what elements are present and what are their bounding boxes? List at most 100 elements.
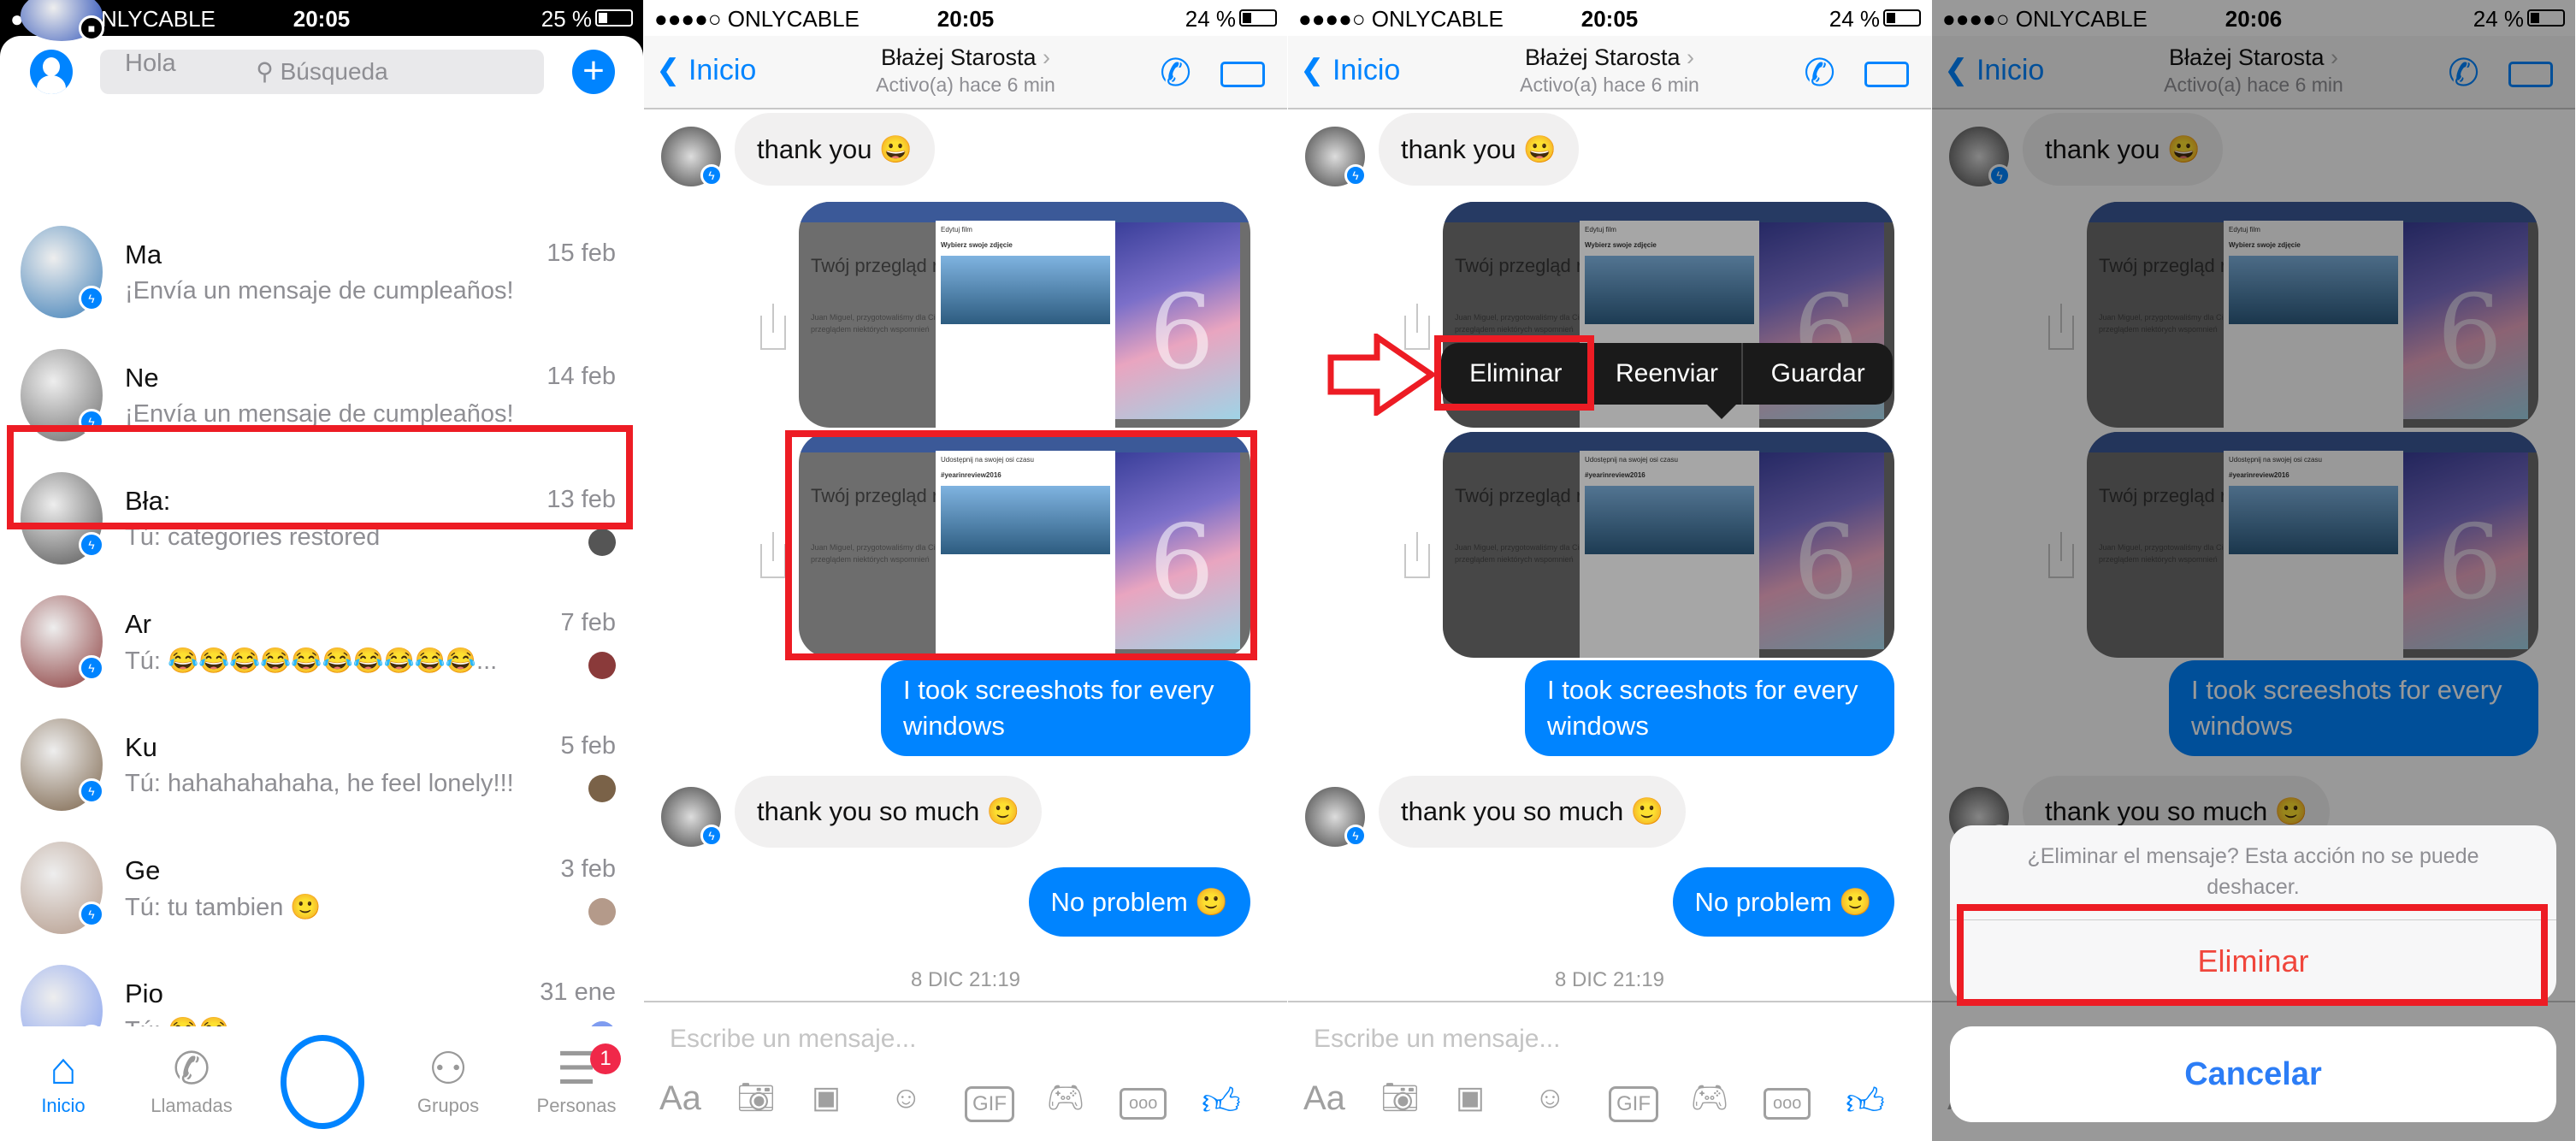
lock-icon: ■ [79, 15, 104, 41]
more-icon[interactable]: ooo [1120, 1088, 1167, 1120]
highlight-box [7, 425, 633, 529]
messenger-icon: ϟ [700, 164, 723, 186]
video-call-icon[interactable] [1864, 62, 1909, 87]
message-bubble[interactable]: No problem 🙂 [1672, 867, 1894, 937]
contact-name: Ku [125, 732, 157, 762]
phone-icon: ✆ [173, 1044, 210, 1094]
screenshot-image[interactable]: Twój przegląd ro Juan Miguel, przygotowa… [799, 202, 1250, 428]
contact-name: Ar [125, 609, 151, 639]
menu-item-reenviar[interactable]: Reenviar [1590, 343, 1742, 405]
contact-name: Pio [125, 978, 163, 1008]
emoji-icon[interactable]: ☺ [1534, 1079, 1566, 1115]
seen-avatar [588, 652, 616, 679]
tab-llamadas[interactable]: ✆ Llamadas [132, 1043, 251, 1117]
inbox-screen: ●●●●○ ONLYCABLE 20:05 25 % ⚲ Búsqueda + … [0, 0, 643, 1141]
message-date: 14 feb [547, 363, 616, 390]
menu-item-guardar[interactable]: Guardar [1741, 343, 1893, 405]
message-preview: Tú: tu tambien 🙂 [125, 894, 322, 921]
message-input[interactable]: Escribe un mensaje... [1314, 1025, 1560, 1054]
phone-icon[interactable]: ✆ [1160, 51, 1191, 95]
chat-screen: ❮ Inicio Błażej Starosta › Activo(a) hac… [1932, 0, 2575, 1141]
highlight-box [1434, 335, 1594, 411]
messenger-icon: ϟ [700, 825, 723, 847]
tab-bar: ⌂ Inicio ✆ Llamadas ⚇ Grupos ☰ Personas … [0, 1026, 643, 1141]
gallery-icon[interactable]: ▣ [1456, 1079, 1485, 1115]
battery-percent: 24 % [1185, 6, 1236, 32]
messenger-icon: ϟ [79, 286, 104, 311]
seen-avatar [588, 775, 616, 802]
more-icon[interactable]: ooo [1764, 1088, 1811, 1120]
message-bubble[interactable]: thank you 😀 [1379, 113, 1579, 186]
battery-percent: 24 % [1829, 6, 1880, 32]
seen-avatar [588, 529, 616, 556]
message-input[interactable]: Escribe un mensaje... [670, 1025, 916, 1054]
cancel-button[interactable]: Cancelar [1950, 1026, 2556, 1122]
message-bubble[interactable]: No problem 🙂 [1028, 867, 1250, 937]
seen-avatar [588, 898, 616, 925]
home-icon: ⌂ [50, 1044, 77, 1094]
message-bubble[interactable]: I took screeshots for every windows [881, 660, 1250, 756]
conversation-row[interactable]: ϟ Ge Tú: tu tambien 🙂 3 feb [0, 823, 643, 946]
chat-header: ❮ Inicio Błażej Starosta › Activo(a) hac… [644, 36, 1287, 109]
messenger-icon: ϟ [1344, 825, 1367, 847]
chat-header: ❮ Inicio Błażej Starosta › Activo(a) hac… [1288, 36, 1931, 109]
camera-icon[interactable]: 📷︎ [1380, 1079, 1420, 1115]
like-icon[interactable]: 👍︎ [1846, 1079, 1885, 1125]
like-icon[interactable]: 👍︎ [1202, 1079, 1241, 1125]
camera-button[interactable] [281, 1035, 364, 1129]
message-preview: Tú: 😂😂😂😂😂😂😂😂😂😂... [125, 647, 498, 675]
chevron-right-icon: › [1043, 44, 1051, 70]
camera-icon[interactable]: 📷︎ [736, 1079, 776, 1115]
games-icon[interactable]: 🎮︎ [1046, 1079, 1085, 1115]
share-icon[interactable] [760, 304, 786, 350]
text-format-button[interactable]: Aa [659, 1079, 701, 1118]
message-preview: Tú: hahahahahaha, he feel lonely!!! [125, 770, 514, 797]
video-call-icon[interactable] [1220, 62, 1265, 87]
tab-inicio[interactable]: ⌂ Inicio [3, 1043, 123, 1117]
messenger-icon: ϟ [79, 778, 104, 804]
emoji-icon[interactable]: ☺ [890, 1079, 922, 1115]
message-date: 5 feb [560, 732, 617, 760]
battery-icon [1239, 9, 1277, 27]
phone-icon[interactable]: ✆ [1804, 51, 1835, 95]
chat-screen: ❮ Inicio Błażej Starosta › Activo(a) hac… [644, 0, 1287, 1141]
sheet-message: ¿Eliminar el mensaje? Esta acción no se … [2027, 844, 2479, 899]
conversation-row[interactable]: ϟ Ma ¡Envía un mensaje de cumpleaños! 15… [0, 207, 643, 330]
timestamp: 8 DIC 21:19 [910, 968, 1021, 991]
screenshot-image[interactable]: Twój przegląd ro Juan Miguel, przygotowa… [1443, 432, 1894, 658]
timestamp: 8 DIC 21:19 [1554, 968, 1665, 991]
battery-icon [1883, 9, 1921, 27]
share-icon[interactable] [1404, 532, 1430, 578]
message-bubble[interactable]: thank you so much 🙂 [735, 776, 1043, 848]
status-bar: ●●●●○ ONLYCABLE 20:05 24 % [644, 0, 1287, 36]
groups-icon: ⚇ [428, 1044, 469, 1094]
contact-name: Ne [125, 363, 159, 393]
messenger-icon: ϟ [79, 532, 104, 558]
conversation-row[interactable]: ϟ Ar Tú: 😂😂😂😂😂😂😂😂😂😂... 7 feb [0, 576, 643, 700]
contact-name: Ge [125, 855, 161, 885]
gif-button[interactable]: GIF [1609, 1086, 1658, 1122]
messenger-icon: ϟ [79, 902, 104, 927]
message-bubble[interactable]: I took screeshots for every windows [1525, 660, 1894, 756]
contact-name: Ma [125, 239, 162, 269]
share-icon[interactable] [760, 532, 786, 578]
message-date: 31 ene [540, 978, 616, 1006]
message-bubble[interactable]: thank you 😀 [735, 113, 935, 186]
conversation-row[interactable]: ■ Hola [0, 0, 643, 113]
gallery-icon[interactable]: ▣ [812, 1079, 841, 1115]
chat-screen: ❮ Inicio Błażej Starosta › Activo(a) hac… [1288, 0, 1931, 1141]
gif-button[interactable]: GIF [965, 1086, 1014, 1122]
chevron-right-icon: › [1687, 44, 1695, 70]
text-format-button[interactable]: Aa [1303, 1079, 1345, 1118]
menu-pointer [1706, 404, 1737, 435]
message-date: 3 feb [560, 855, 617, 883]
tab-personas[interactable]: ☰ Personas 1 [517, 1043, 636, 1117]
message-preview: ¡Envía un mensaje de cumpleaños! [125, 277, 514, 304]
tab-grupos[interactable]: ⚇ Grupos [388, 1043, 508, 1117]
message-bubble[interactable]: thank you so much 🙂 [1379, 776, 1687, 848]
conversation-row[interactable]: ϟ Ku Tú: hahahahahaha, he feel lonely!!!… [0, 700, 643, 823]
games-icon[interactable]: 🎮︎ [1690, 1079, 1729, 1115]
highlight-box [1957, 904, 2548, 1006]
status-bar: ●●●●○ ONLYCABLE 20:05 24 % [1288, 0, 1931, 36]
arrow-annotation [1327, 334, 1437, 416]
